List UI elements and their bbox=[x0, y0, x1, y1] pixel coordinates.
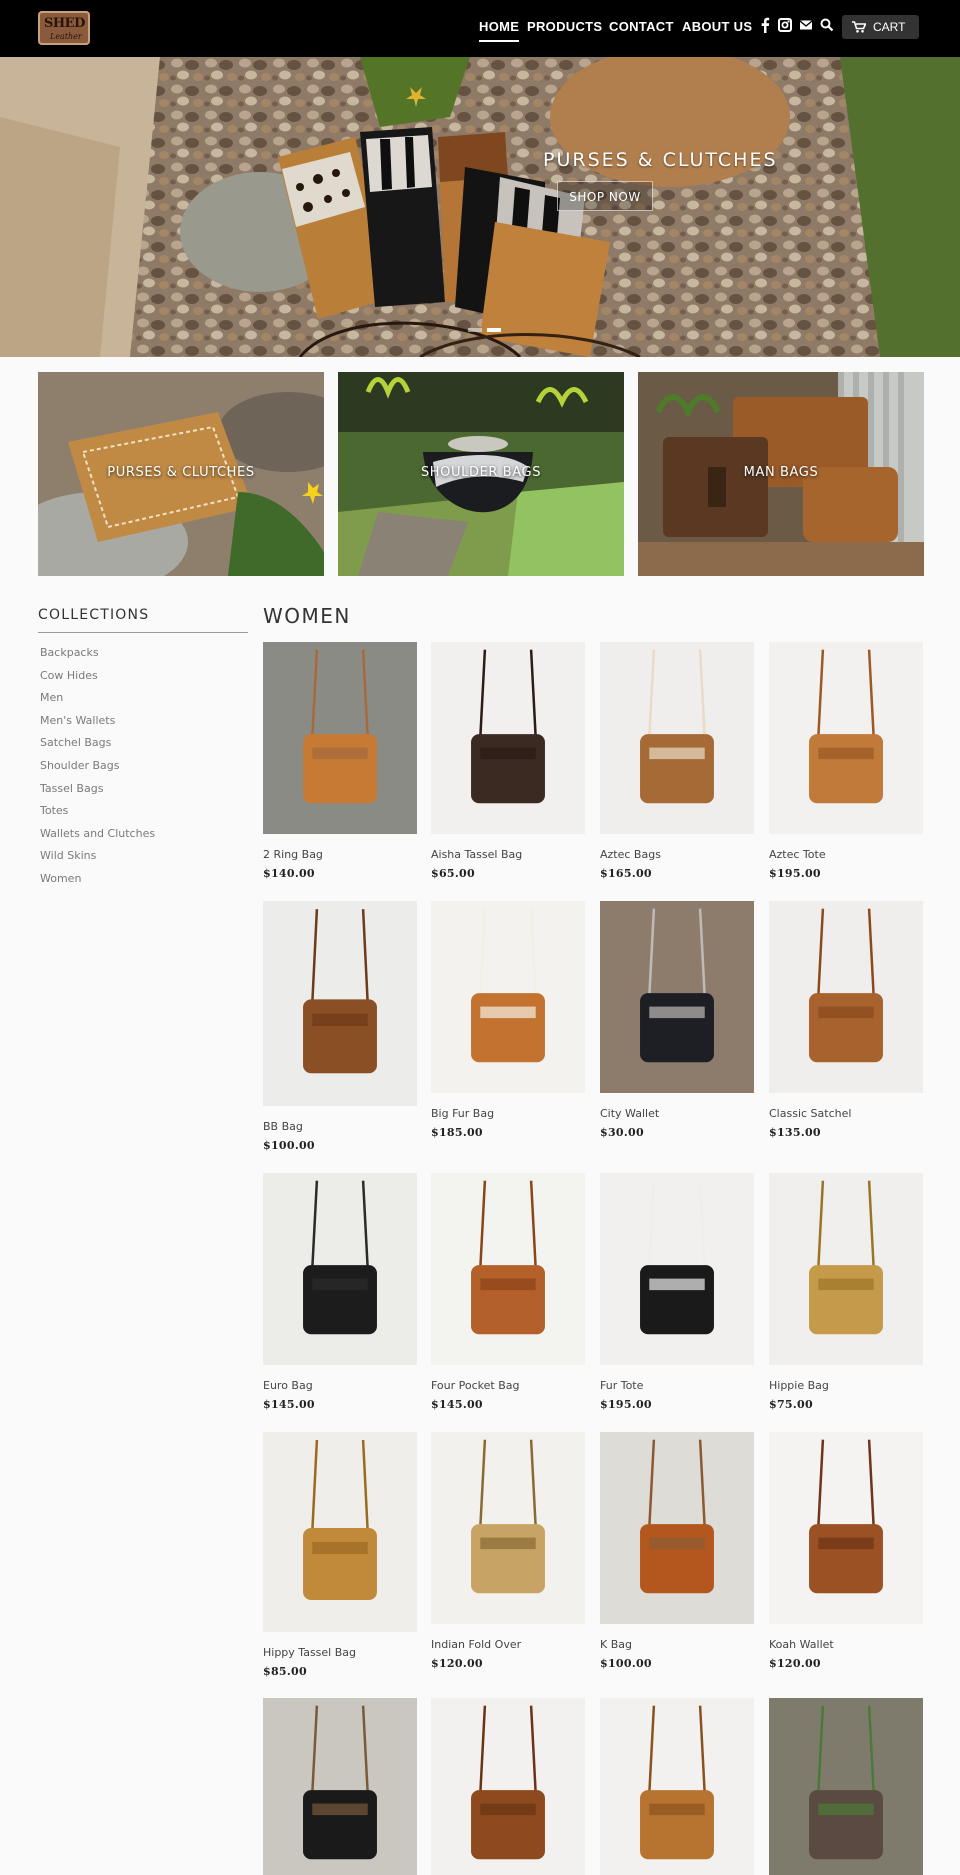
feature-shoulder-bags[interactable]: SHOULDER BAGS bbox=[338, 372, 624, 576]
logo-subtext: Leather bbox=[50, 32, 82, 41]
product-name[interactable]: City Wallet bbox=[600, 1107, 659, 1120]
feature-label: SHOULDER BAGS bbox=[420, 465, 542, 480]
mail-icon[interactable] bbox=[799, 17, 815, 35]
slider-dot[interactable] bbox=[468, 328, 482, 332]
product-image[interactable] bbox=[263, 642, 417, 834]
product-name[interactable]: Big Fur Bag bbox=[431, 1107, 494, 1120]
product-image[interactable] bbox=[600, 1173, 754, 1365]
hero-slider[interactable]: PURSES & CLUTCHES SHOP NOW bbox=[0, 57, 960, 357]
product-price: $165.00 bbox=[600, 867, 652, 880]
product-name[interactable]: Hippie Bag bbox=[769, 1379, 829, 1392]
product-price: $145.00 bbox=[263, 1398, 315, 1411]
product-image[interactable] bbox=[600, 901, 754, 1093]
feature-label: MAN BAGS bbox=[743, 465, 819, 480]
product-price: $100.00 bbox=[263, 1139, 315, 1152]
product-name[interactable]: 2 Ring Bag bbox=[263, 848, 323, 861]
slider-dot-active[interactable] bbox=[487, 328, 501, 332]
product-image[interactable] bbox=[431, 642, 585, 834]
product-name[interactable]: Aztec Bags bbox=[600, 848, 661, 861]
logo-text: SHED bbox=[44, 16, 85, 31]
hero-title: PURSES & CLUTCHES bbox=[543, 149, 778, 171]
product-image[interactable] bbox=[600, 642, 754, 834]
product-name[interactable]: Classic Satchel bbox=[769, 1107, 851, 1120]
product-price: $75.00 bbox=[769, 1398, 813, 1411]
product-image[interactable] bbox=[431, 901, 585, 1093]
product-price: $135.00 bbox=[769, 1126, 821, 1139]
search-icon[interactable] bbox=[820, 17, 836, 35]
cart-label: CART bbox=[873, 20, 906, 34]
product-price: $195.00 bbox=[769, 867, 821, 880]
feature-man-bags[interactable]: MAN BAGS bbox=[638, 372, 924, 576]
collection-title: WOMEN bbox=[263, 604, 351, 628]
site-header: SHED Leather HOME PRODUCTS CONTACT ABOUT… bbox=[0, 0, 960, 57]
product-image[interactable] bbox=[600, 1432, 754, 1624]
product-price: $120.00 bbox=[769, 1657, 821, 1670]
collection-link[interactable]: Men bbox=[40, 691, 63, 704]
collection-link[interactable]: Wild Skins bbox=[40, 849, 96, 862]
collections-title: COLLECTIONS bbox=[38, 607, 150, 623]
collection-link[interactable]: Women bbox=[40, 872, 81, 885]
nav-about-us[interactable]: ABOUT US bbox=[682, 19, 752, 34]
collection-link[interactable]: Wallets and Clutches bbox=[40, 827, 155, 840]
product-name[interactable]: Fur Tote bbox=[600, 1379, 643, 1392]
product-name[interactable]: Euro Bag bbox=[263, 1379, 313, 1392]
product-image[interactable] bbox=[769, 642, 923, 834]
product-name[interactable]: Aztec Tote bbox=[769, 848, 826, 861]
product-image[interactable] bbox=[263, 1698, 417, 1875]
facebook-icon[interactable] bbox=[759, 17, 775, 35]
collection-link[interactable]: Cow Hides bbox=[40, 669, 98, 682]
slider-pagination bbox=[468, 317, 506, 336]
product-price: $120.00 bbox=[431, 1657, 483, 1670]
product-price: $65.00 bbox=[431, 867, 475, 880]
product-price: $30.00 bbox=[600, 1126, 644, 1139]
shop-now-button[interactable]: SHOP NOW bbox=[557, 181, 653, 211]
divider bbox=[38, 632, 248, 633]
collection-link[interactable]: Totes bbox=[40, 804, 68, 817]
product-image[interactable] bbox=[263, 1173, 417, 1365]
product-price: $100.00 bbox=[600, 1657, 652, 1670]
product-image[interactable] bbox=[769, 1173, 923, 1365]
hero-image bbox=[0, 57, 960, 357]
product-name[interactable]: BB Bag bbox=[263, 1120, 303, 1133]
collection-link[interactable]: Tassel Bags bbox=[40, 782, 103, 795]
product-name[interactable]: Four Pocket Bag bbox=[431, 1379, 520, 1392]
brand-logo[interactable]: SHED Leather bbox=[38, 11, 90, 45]
collection-link[interactable]: Backpacks bbox=[40, 646, 99, 659]
nav-contact[interactable]: CONTACT bbox=[609, 19, 674, 34]
product-price: $195.00 bbox=[600, 1398, 652, 1411]
product-name[interactable]: Indian Fold Over bbox=[431, 1638, 521, 1651]
collection-link[interactable]: Men's Wallets bbox=[40, 714, 115, 727]
product-price: $145.00 bbox=[431, 1398, 483, 1411]
product-price: $140.00 bbox=[263, 867, 315, 880]
product-image[interactable] bbox=[431, 1432, 585, 1624]
cart-icon bbox=[852, 21, 866, 33]
feature-purses-clutches[interactable]: PURSES & CLUTCHES bbox=[38, 372, 324, 576]
instagram-icon[interactable] bbox=[778, 17, 794, 35]
collection-link[interactable]: Shoulder Bags bbox=[40, 759, 119, 772]
product-name[interactable]: K Bag bbox=[600, 1638, 632, 1651]
product-image[interactable] bbox=[769, 1698, 923, 1875]
cart-button[interactable]: CART bbox=[842, 15, 919, 39]
product-name[interactable]: Hippy Tassel Bag bbox=[263, 1646, 356, 1659]
product-image[interactable] bbox=[769, 1432, 923, 1624]
feature-label: PURSES & CLUTCHES bbox=[107, 465, 255, 480]
product-image[interactable] bbox=[263, 901, 417, 1106]
product-price: $85.00 bbox=[263, 1665, 307, 1678]
product-image[interactable] bbox=[431, 1173, 585, 1365]
product-image[interactable] bbox=[431, 1698, 585, 1875]
nav-home[interactable]: HOME bbox=[479, 19, 520, 42]
product-name[interactable]: Aisha Tassel Bag bbox=[431, 848, 522, 861]
product-image[interactable] bbox=[263, 1432, 417, 1632]
nav-products[interactable]: PRODUCTS bbox=[527, 19, 602, 34]
product-image[interactable] bbox=[600, 1698, 754, 1875]
product-price: $185.00 bbox=[431, 1126, 483, 1139]
product-name[interactable]: Koah Wallet bbox=[769, 1638, 834, 1651]
collection-link[interactable]: Satchel Bags bbox=[40, 736, 111, 749]
product-image[interactable] bbox=[769, 901, 923, 1093]
